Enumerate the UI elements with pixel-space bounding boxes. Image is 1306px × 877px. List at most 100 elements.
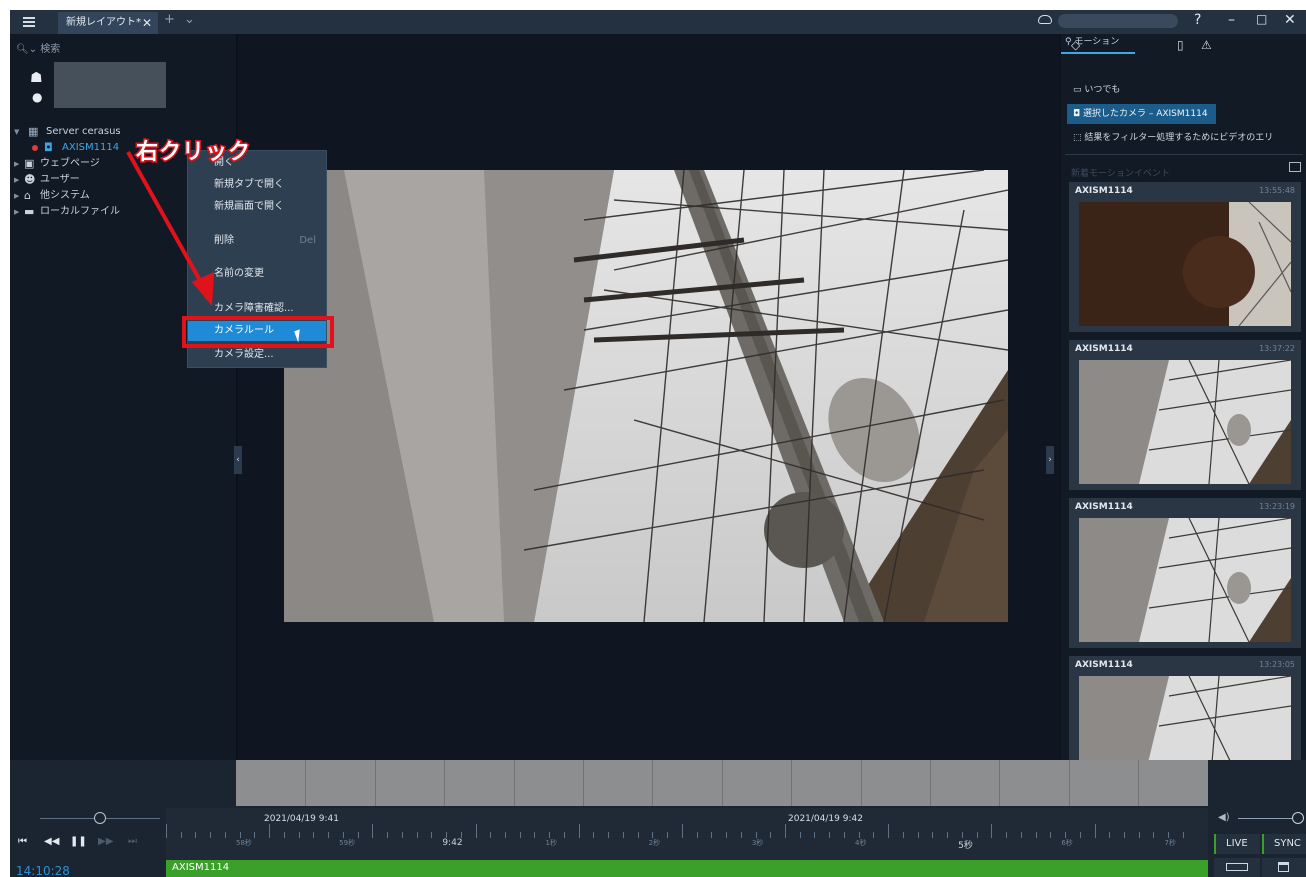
pause-icon[interactable]: ❚❚ bbox=[70, 836, 87, 847]
layout-tab-label: 新規レイアウト* bbox=[66, 17, 141, 28]
event-camera-name: AXISM1114 bbox=[1075, 186, 1133, 196]
volume-knob[interactable] bbox=[1292, 812, 1304, 824]
camera-filter-button[interactable]: ◘ 選択したカメラ – AXISM1114 bbox=[1067, 104, 1216, 124]
timeline-ruler[interactable]: 2021/04/19 9:41 2021/04/19 9:42 58秒 59秒 9:… bbox=[166, 808, 1208, 860]
timeline-tick bbox=[726, 832, 728, 838]
collapse-left-panel-icon[interactable]: ‹ bbox=[234, 446, 242, 474]
collapse-right-panel-icon[interactable]: › bbox=[1046, 446, 1054, 474]
skip-end-icon[interactable]: ⏭ bbox=[128, 836, 137, 847]
menu-item-shortcut: Del bbox=[299, 235, 316, 246]
timeline-tick bbox=[1138, 832, 1140, 838]
area-filter-button[interactable]: ⬚ 結果をフィルター処理するためにビデオのエリ bbox=[1067, 128, 1305, 148]
timeline-tick bbox=[578, 824, 580, 838]
event-thumbnail bbox=[1079, 202, 1291, 326]
folder-icon: ▬ bbox=[24, 205, 35, 218]
timeline-tick bbox=[1109, 832, 1111, 838]
rewind-icon[interactable]: ◀◀ bbox=[44, 836, 59, 847]
timeline-tick bbox=[1020, 832, 1022, 838]
timeline-thumbnail-strip[interactable] bbox=[236, 760, 1208, 806]
timeline-tick bbox=[210, 832, 212, 838]
cloud-icon[interactable] bbox=[1038, 15, 1052, 24]
expand-arrow-icon[interactable]: ▶ bbox=[14, 188, 19, 204]
timeline-tick bbox=[269, 824, 271, 838]
current-time: 14:10:28 bbox=[16, 864, 70, 877]
warning-icon[interactable]: ⚠ bbox=[1201, 38, 1212, 52]
menu-item-camera-settings[interactable]: カメラ設定... bbox=[188, 345, 326, 365]
menu-icon[interactable] bbox=[14, 12, 44, 32]
thumbnail-separator bbox=[583, 760, 584, 806]
timeline-tick bbox=[254, 832, 256, 838]
tree-label-local-files: ローカルファイル bbox=[40, 206, 120, 217]
expand-arrow-icon[interactable]: ▶ bbox=[14, 172, 19, 188]
timeline-tick bbox=[180, 832, 182, 838]
camera-track[interactable]: AXISM1114 bbox=[166, 860, 1208, 877]
timeline-tick bbox=[1153, 832, 1155, 838]
timeline-label: 9:42 bbox=[442, 838, 463, 848]
volume-track[interactable] bbox=[1238, 818, 1298, 819]
recording-dot-icon bbox=[32, 145, 38, 151]
camera-icon: ◘ bbox=[44, 141, 53, 154]
timeline-tick bbox=[947, 832, 949, 838]
help-icon[interactable]: ? bbox=[1194, 12, 1201, 28]
timeline-tick bbox=[328, 832, 330, 838]
notifications-bell-icon[interactable]: ◇ bbox=[1071, 38, 1080, 52]
step-forward-icon[interactable]: ▶▶ bbox=[98, 836, 113, 847]
timeline-tick bbox=[1123, 832, 1125, 838]
sync-button[interactable]: SYNC bbox=[1262, 834, 1306, 854]
timeline-zoom-knob[interactable] bbox=[94, 812, 106, 824]
camera-video-tile[interactable] bbox=[284, 170, 1008, 622]
timeline-tick bbox=[431, 832, 433, 838]
timeline-layout-button[interactable] bbox=[1214, 858, 1260, 877]
bookmark-icon[interactable]: ▯ bbox=[1177, 38, 1184, 52]
user-account-blurred[interactable] bbox=[1058, 14, 1178, 28]
timeline-tick bbox=[504, 832, 506, 838]
volume-icon[interactable]: ◀) bbox=[1218, 812, 1230, 823]
timeline-tick bbox=[637, 832, 639, 838]
app-window: 新規レイアウト* ✕ + ⌄ ? – □ ✕ 🔍︎⌄ 検索 ☗ ● ▼ ▦ Se… bbox=[10, 10, 1306, 877]
expand-arrow-icon[interactable]: ▶ bbox=[14, 204, 19, 220]
calendar-button[interactable] bbox=[1262, 858, 1306, 877]
tab-list-icon[interactable]: ⌄ bbox=[184, 12, 195, 27]
event-card[interactable]: AXISM1114 13:37:22 bbox=[1069, 340, 1301, 490]
minimize-icon[interactable]: – bbox=[1228, 12, 1235, 28]
timeline-tick bbox=[799, 832, 801, 838]
timeline-tick bbox=[372, 824, 374, 838]
close-icon[interactable]: ✕ bbox=[1284, 12, 1296, 28]
thumbnail-separator bbox=[374, 760, 376, 806]
skip-start-icon[interactable]: ⏮ bbox=[18, 836, 27, 847]
menu-item-delete[interactable]: 削除 Del bbox=[188, 231, 326, 251]
timeline-tick bbox=[976, 832, 978, 838]
event-time: 13:23:05 bbox=[1259, 660, 1295, 669]
expand-arrow-icon[interactable]: ▶ bbox=[14, 156, 19, 172]
search-input[interactable]: 🔍︎⌄ 検索 bbox=[16, 40, 60, 55]
layout-tab[interactable]: 新規レイアウト* ✕ bbox=[58, 12, 158, 34]
thumbnail-separator bbox=[721, 760, 723, 806]
timeline-label: 59秒 bbox=[339, 839, 356, 847]
expand-arrow-icon[interactable]: ▼ bbox=[14, 124, 19, 140]
menu-item-rename[interactable]: 名前の変更 bbox=[188, 264, 326, 284]
time-filter-button[interactable]: ▭ いつでも bbox=[1067, 80, 1128, 100]
timeline-tick bbox=[873, 832, 875, 838]
timeline-panel: ⏮ ◀◀ ❚❚ ▶▶ ⏭ 14:10:28 2021/04/19 9:41 20… bbox=[10, 760, 1306, 877]
timeline-tick bbox=[814, 832, 816, 838]
tab-motion-label: モーション bbox=[1074, 37, 1120, 47]
tab-close-icon[interactable]: ✕ bbox=[142, 12, 152, 34]
menu-item-label: 新規タブで開く bbox=[214, 179, 284, 190]
timeline-tick bbox=[932, 832, 934, 838]
event-card[interactable]: AXISM1114 13:23:19 bbox=[1069, 498, 1301, 648]
timeline-tick bbox=[667, 832, 669, 838]
add-tab-icon[interactable]: + bbox=[164, 12, 175, 27]
event-time: 13:55:48 bbox=[1259, 186, 1295, 195]
maximize-icon[interactable]: □ bbox=[1256, 12, 1267, 26]
tree-label-webpages: ウェブページ bbox=[40, 158, 100, 169]
menu-item-open-new-window[interactable]: 新規画面で開く bbox=[188, 197, 326, 217]
event-time: 13:23:19 bbox=[1259, 502, 1295, 511]
timeline-tick bbox=[313, 832, 315, 838]
menu-item-open-new-tab[interactable]: 新規タブで開く bbox=[188, 175, 326, 195]
live-button[interactable]: LIVE bbox=[1214, 834, 1260, 854]
thumbnail-separator bbox=[791, 760, 793, 806]
event-card[interactable]: AXISM1114 13:55:48 bbox=[1069, 182, 1301, 332]
gallery-icon[interactable] bbox=[1289, 162, 1301, 172]
timeline-tick bbox=[1035, 832, 1037, 838]
timeline-label: 7秒 bbox=[1164, 839, 1176, 847]
